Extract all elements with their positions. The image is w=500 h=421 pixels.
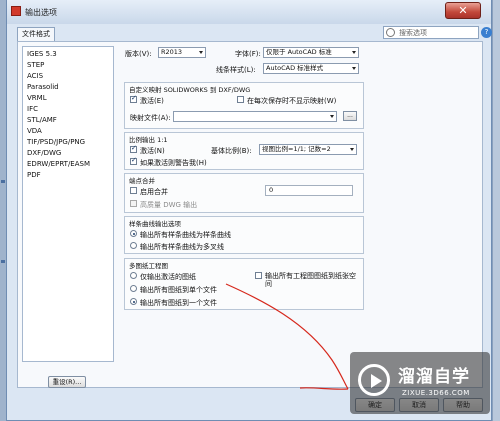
sheets-opt2-label: 输出所有图纸到单个文件 (140, 286, 217, 294)
version-select[interactable]: R2013 (158, 47, 206, 58)
hq-dwg-label: 高质量 DWG 输出 (140, 201, 198, 209)
sheets-opt1-label: 仅输出激活的图纸 (140, 273, 196, 281)
format-list[interactable]: IGES 5.3 STEP ACIS Parasolid VRML IFC ST… (22, 46, 114, 362)
format-item-acis[interactable]: ACIS (27, 72, 43, 80)
spline-opt2-label: 输出所有样条曲线为多叉线 (140, 243, 224, 251)
format-item-dxf-dwg[interactable]: DXF/DWG (27, 149, 61, 157)
chevron-down-icon (350, 148, 354, 151)
dialog-title: 输出选项 (25, 8, 57, 17)
linestyle-value: AutoCAD 标准样式 (266, 64, 324, 72)
background-window-edge-right (492, 0, 500, 421)
format-item-pdf[interactable]: PDF (27, 171, 41, 179)
custom-map-group: 自定义映射 SOLIDWORKS 到 DXF/DWG 激活(E) 在每次保存时不… (124, 82, 364, 129)
merge-group: 端点合并 启用合并 0 高质量 DWG 输出 (124, 173, 364, 213)
sheets-radio-active[interactable] (130, 272, 137, 279)
version-label: 版本(V): (125, 50, 152, 58)
merge-value-field[interactable]: 0 (265, 185, 353, 196)
linestyle-select[interactable]: AutoCAD 标准样式 (263, 63, 359, 74)
app-icon (11, 6, 21, 16)
map-file-label: 映射文件(A): (130, 114, 171, 122)
sheets-group: 多图纸工程图 仅输出激活的图纸 输出所有图纸到单个文件 输出所有图纸到一个文件 … (124, 258, 364, 310)
reset-button[interactable]: 重设(R)... (48, 376, 86, 388)
browse-map-button[interactable]: ... (343, 111, 357, 121)
chevron-down-icon (352, 51, 356, 54)
custom-map-title: 自定义映射 SOLIDWORKS 到 DXF/DWG (129, 86, 251, 94)
spline-radio-polyline[interactable] (130, 242, 137, 249)
format-item-step[interactable]: STEP (27, 61, 44, 69)
search-placeholder: 搜索选项 (399, 29, 427, 37)
spline-title: 样条曲线输出选项 (129, 220, 181, 228)
close-button[interactable]: ✕ (445, 2, 481, 19)
base-scale-label: 基体比例(B): (211, 147, 252, 155)
tab-file-format[interactable]: 文件格式 (17, 27, 55, 41)
linestyle-label: 线条样式(L): (216, 66, 256, 74)
enable-merge-checkbox[interactable] (130, 187, 137, 194)
gear-icon (386, 28, 395, 37)
format-item-image[interactable]: TIF/PSD/JPG/PNG (27, 138, 85, 146)
activate-scale-label: 激活(N) (140, 147, 165, 155)
base-scale-value: 视图比例=1/1; 记数=2 (262, 145, 331, 153)
spline-radio-spline[interactable] (130, 230, 137, 237)
version-value: R2013 (161, 48, 183, 56)
format-item-ifc[interactable]: IFC (27, 105, 38, 113)
activate-map-checkbox[interactable] (130, 94, 137, 103)
all-sheets-space-label: 输出所有工程图图纸到纸张空间 (265, 272, 356, 288)
sheets-radio-single[interactable] (130, 285, 137, 292)
options-panel: IGES 5.3 STEP ACIS Parasolid VRML IFC ST… (17, 41, 483, 388)
watermark-url: ZIXUE.3D66.COM (402, 389, 470, 397)
warn-label: 如果激活则警告我(H) (140, 159, 207, 167)
font-label: 字体(F): (235, 50, 261, 58)
activate-scale-checkbox[interactable] (130, 144, 137, 153)
base-scale-select[interactable]: 视图比例=1/1; 记数=2 (259, 144, 357, 155)
title-bar: 输出选项 ✕ (7, 0, 491, 24)
sheets-title: 多图纸工程图 (129, 262, 168, 270)
all-sheets-space-checkbox[interactable] (255, 272, 262, 279)
warn-checkbox[interactable] (130, 156, 137, 165)
watermark-brand: 溜溜自学 (398, 367, 470, 387)
font-value: 仅限于 AutoCAD 标准 (266, 48, 332, 56)
chevron-down-icon (199, 51, 203, 54)
map-file-select[interactable] (173, 111, 337, 122)
merge-title: 端点合并 (129, 177, 155, 185)
activate-map-label: 激活(E) (140, 97, 164, 105)
font-select[interactable]: 仅限于 AutoCAD 标准 (263, 47, 359, 58)
format-item-stl[interactable]: STL/AMF (27, 116, 57, 124)
format-item-edrw[interactable]: EDRW/EPRT/EASM (27, 160, 90, 168)
edge-marker (1, 180, 5, 183)
hq-dwg-checkbox[interactable] (130, 200, 137, 207)
format-item-iges[interactable]: IGES 5.3 (27, 50, 57, 58)
format-item-vda[interactable]: VDA (27, 127, 42, 135)
help-icon[interactable]: ? (481, 27, 492, 38)
scale-group: 比例输出 1:1 激活(N) 基体比例(B): 视图比例=1/1; 记数=2 如… (124, 132, 364, 170)
sheets-radio-one-file[interactable] (130, 298, 137, 305)
search-options[interactable]: 搜索选项 ? (383, 26, 492, 39)
no-show-map-checkbox[interactable] (237, 96, 244, 103)
watermark-overlay: 溜溜自学 ZIXUE.3D66.COM (350, 352, 490, 414)
spline-group: 样条曲线输出选项 输出所有样条曲线为样条曲线 输出所有样条曲线为多叉线 (124, 216, 364, 254)
spline-opt1-label: 输出所有样条曲线为样条曲线 (140, 231, 231, 239)
chevron-down-icon (352, 67, 356, 70)
play-icon (358, 364, 390, 396)
chevron-down-icon (330, 115, 334, 118)
enable-merge-label: 启用合并 (140, 188, 168, 196)
format-item-vrml[interactable]: VRML (27, 94, 47, 102)
format-item-parasolid[interactable]: Parasolid (27, 83, 59, 91)
scale-title: 比例输出 1:1 (129, 136, 168, 144)
sheets-opt3-label: 输出所有图纸到一个文件 (140, 299, 217, 307)
edge-marker (1, 260, 5, 263)
no-show-map-label: 在每次保存时不显示映射(W) (247, 97, 337, 105)
